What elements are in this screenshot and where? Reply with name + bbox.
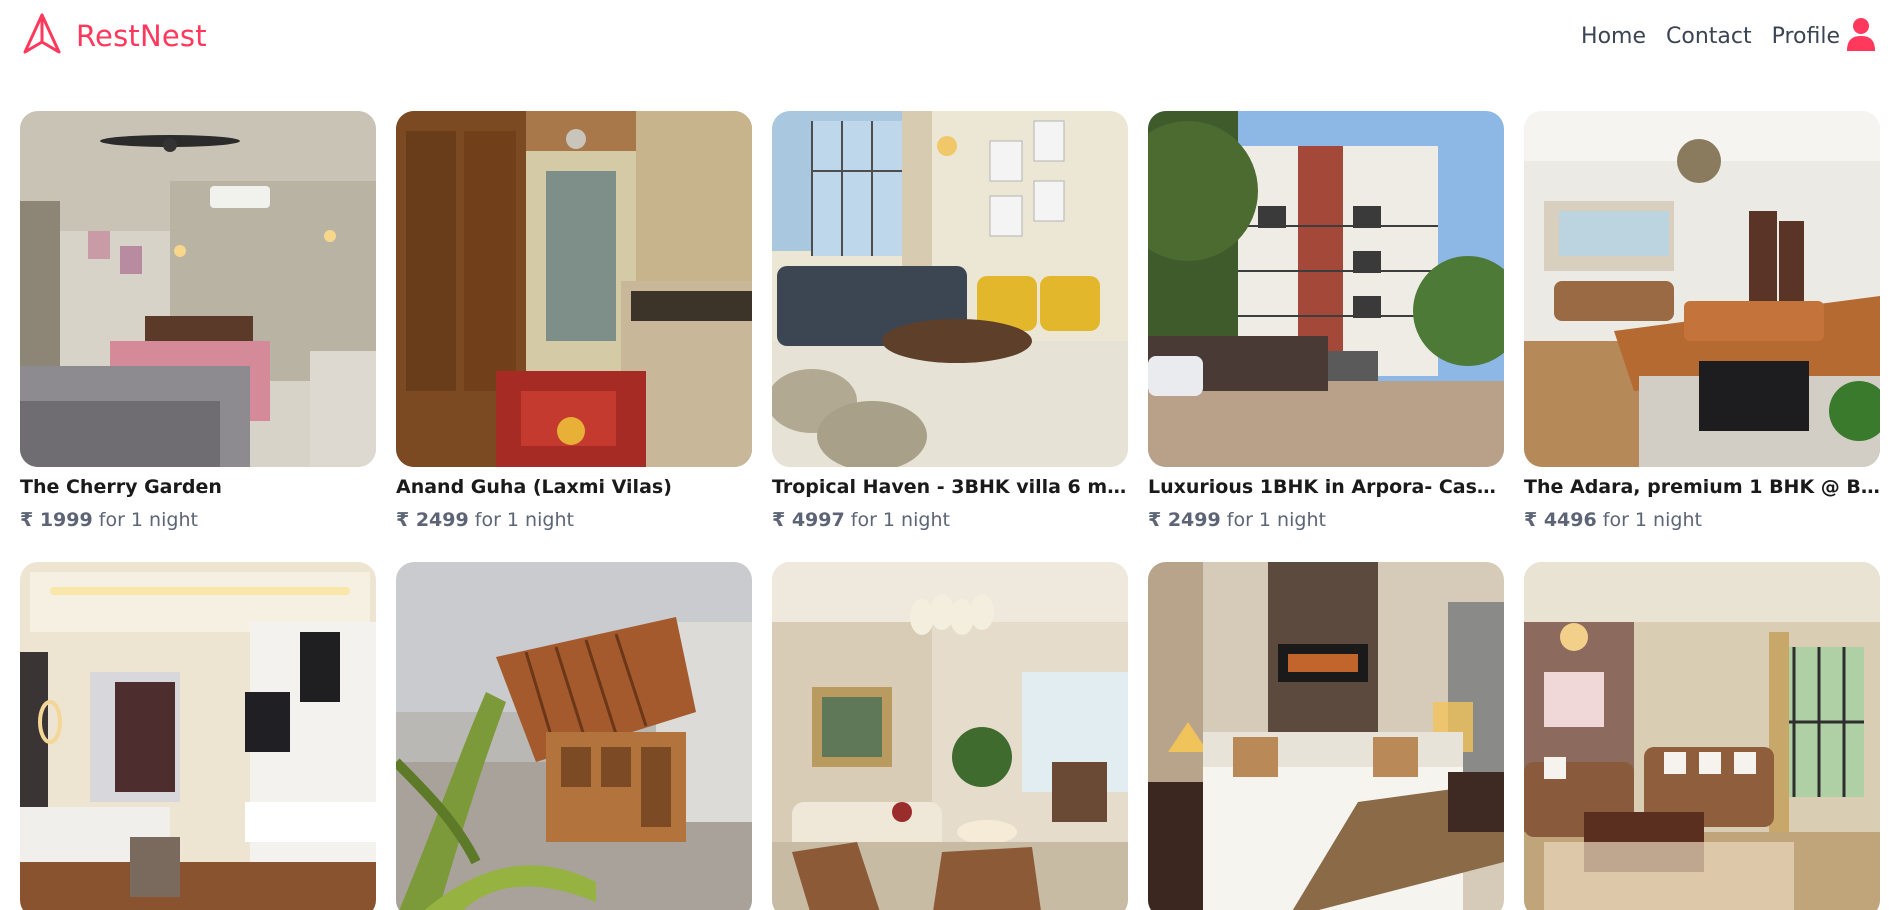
listing-price: ₹ 1999 <box>20 509 93 531</box>
listing-title: The Adara, premium 1 BHK @ Banjar... <box>1524 476 1880 498</box>
listing-price: ₹ 4997 <box>772 509 845 531</box>
listing-title: Anand Guha (Laxmi Vilas) <box>396 476 672 498</box>
brand-name: RestNest <box>76 19 207 53</box>
listing-period: for 1 night <box>850 509 950 531</box>
nav-contact-link[interactable]: Contact <box>1666 24 1752 49</box>
listing-price: ₹ 2499 <box>1148 509 1221 531</box>
listing-title: The Cherry Garden <box>20 476 222 498</box>
listing-price-line: ₹ 1999 for 1 night <box>20 508 376 532</box>
brand-logo-link[interactable]: RestNest <box>22 12 207 60</box>
listing-price-line: ₹ 4997 for 1 night <box>772 508 1128 532</box>
listing-card[interactable]: The Cherry Garden ₹ 1999 for 1 night <box>20 111 376 532</box>
nav-home-link[interactable]: Home <box>1581 24 1646 49</box>
listing-card[interactable]: Luxurious 1BHK in Arpora- Casa C'Alma ₹ … <box>1148 111 1504 532</box>
listing-photo-living-room[interactable] <box>772 111 1128 467</box>
listing-period: for 1 night <box>474 509 574 531</box>
listing-price: ₹ 2499 <box>396 509 469 531</box>
airbnb-style-logo-icon <box>22 12 62 60</box>
nav-profile-label: Profile <box>1771 23 1840 49</box>
listing-price-line: ₹ 4496 for 1 night <box>1524 508 1880 532</box>
listing-price-line: ₹ 2499 for 1 night <box>396 508 752 532</box>
nav-profile-link[interactable]: Profile <box>1772 17 1876 55</box>
listings-grid: The Cherry Garden ₹ 1999 for 1 night Ana… <box>20 111 1880 910</box>
listing-card[interactable] <box>1148 562 1504 910</box>
listing-photo-kitchen[interactable] <box>396 111 752 467</box>
listing-card[interactable]: Tropical Haven - 3BHK villa 6 min dri...… <box>772 111 1128 532</box>
user-icon <box>1846 17 1876 55</box>
nav-links: Home Contact Profile <box>1581 17 1876 55</box>
listing-photo-sitting-room[interactable] <box>1524 562 1880 910</box>
listing-title: Tropical Haven - 3BHK villa 6 min dri... <box>772 476 1128 498</box>
listing-card[interactable] <box>396 562 752 910</box>
listing-period: for 1 night <box>1602 509 1702 531</box>
navbar: RestNest Home Contact Profile <box>0 0 1898 76</box>
listing-photo-lounge[interactable] <box>1524 111 1880 467</box>
listing-photo-bedroom[interactable] <box>20 111 376 467</box>
listing-card[interactable]: Anand Guha (Laxmi Vilas) ₹ 2499 for 1 ni… <box>396 111 752 532</box>
listing-photo-building-exterior[interactable] <box>1148 111 1504 467</box>
listing-price-line: ₹ 2499 for 1 night <box>1148 508 1504 532</box>
listing-photo-drawing-room[interactable] <box>772 562 1128 910</box>
listing-period: for 1 night <box>98 509 198 531</box>
listing-photo-bedroom-modern[interactable] <box>20 562 376 910</box>
listing-photo-wooden-cabin[interactable] <box>396 562 752 910</box>
listing-period: for 1 night <box>1226 509 1326 531</box>
listing-price: ₹ 4496 <box>1524 509 1597 531</box>
listing-title: Luxurious 1BHK in Arpora- Casa C'Alma <box>1148 476 1504 498</box>
listing-card[interactable] <box>772 562 1128 910</box>
listing-card[interactable] <box>1524 562 1880 910</box>
listing-card[interactable]: The Adara, premium 1 BHK @ Banjar... ₹ 4… <box>1524 111 1880 532</box>
listing-card[interactable] <box>20 562 376 910</box>
listing-photo-hotel-bedroom[interactable] <box>1148 562 1504 910</box>
